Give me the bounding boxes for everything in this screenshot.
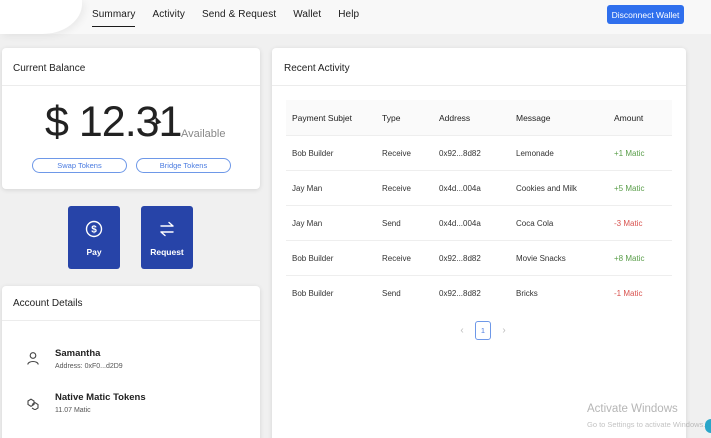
divider xyxy=(272,85,686,86)
row-type: Receive xyxy=(382,148,411,158)
account-card-title: Account Details xyxy=(13,298,83,309)
row-message: Coca Cola xyxy=(516,218,554,228)
row-type: Receive xyxy=(382,253,411,263)
column-header-message[interactable]: Message xyxy=(516,113,614,123)
current-balance-card: Current Balance $ 12.31 Available Swap T… xyxy=(2,48,260,189)
nav-activity[interactable]: Activity xyxy=(152,9,184,27)
row-subject: Jay Man xyxy=(292,183,323,193)
table-row[interactable]: Bob Builder Receive 0x92...8d82 Lemonade… xyxy=(286,135,672,170)
main-nav: Summary Activity Send & Request Wallet H… xyxy=(92,9,376,27)
row-subject: Bob Builder xyxy=(292,148,334,158)
pay-label: Pay xyxy=(86,247,102,257)
recent-activity-card: Recent Activity Payment Subjet Type Addr… xyxy=(272,48,686,438)
row-address: 0x4d...004a xyxy=(439,218,481,228)
swap-tokens-button[interactable]: Swap Tokens xyxy=(32,158,127,173)
request-button[interactable]: Request xyxy=(141,206,193,269)
row-amount: +8 Matic xyxy=(614,253,645,263)
nav-send-request[interactable]: Send & Request xyxy=(202,9,276,27)
row-amount: -3 Matic xyxy=(614,218,643,228)
activate-windows-subtitle: Go to Settings to activate Windows. xyxy=(587,420,706,429)
table-row[interactable]: Bob Builder Send 0x92...8d82 Bricks -1 M… xyxy=(286,275,672,310)
row-amount: -1 Matic xyxy=(614,288,643,298)
page-number-button[interactable]: 1 xyxy=(475,321,491,340)
edge-widget-icon[interactable] xyxy=(705,419,711,433)
row-type: Send xyxy=(382,288,401,298)
row-address: 0x92...8d82 xyxy=(439,253,481,263)
balance-card-title: Current Balance xyxy=(13,63,86,74)
row-type: Receive xyxy=(382,183,411,193)
balance-available-label: Available xyxy=(181,128,226,140)
pay-button[interactable]: $ Pay xyxy=(68,206,120,269)
table-row[interactable]: Jay Man Receive 0x4d...004a Cookies and … xyxy=(286,170,672,205)
pagination: ‹ 1 › xyxy=(455,321,511,340)
account-name: Samantha xyxy=(55,348,101,359)
account-address: Address: 0xF0...d2D9 xyxy=(55,363,123,370)
account-details-card: Account Details Samantha Address: 0xF0..… xyxy=(2,286,260,438)
dollar-circle-icon: $ xyxy=(85,220,103,238)
row-message: Bricks xyxy=(516,288,538,298)
row-message: Cookies and Milk xyxy=(516,183,577,193)
table-row[interactable]: Jay Man Send 0x4d...004a Coca Cola -3 Ma… xyxy=(286,205,672,240)
divider xyxy=(2,320,260,321)
activate-windows-watermark: Activate Windows xyxy=(587,403,678,415)
row-message: Movie Snacks xyxy=(516,253,566,263)
row-amount: +1 Matic xyxy=(614,148,645,158)
disconnect-wallet-button[interactable]: Disconnect Wallet xyxy=(607,5,684,24)
row-subject: Bob Builder xyxy=(292,253,334,263)
request-label: Request xyxy=(150,247,184,257)
user-icon xyxy=(27,352,39,365)
prev-page-icon[interactable]: ‹ xyxy=(455,325,469,336)
native-token-amount: 11.07 Matic xyxy=(55,407,91,414)
nav-wallet[interactable]: Wallet xyxy=(293,9,321,27)
activity-table: Payment Subjet Type Address Message Amou… xyxy=(286,100,672,310)
top-bar: Summary Activity Send & Request Wallet H… xyxy=(0,0,711,34)
table-row[interactable]: Bob Builder Receive 0x92...8d82 Movie Sn… xyxy=(286,240,672,275)
row-address: 0x92...8d82 xyxy=(439,148,481,158)
activity-card-title: Recent Activity xyxy=(284,63,350,74)
native-token-title: Native Matic Tokens xyxy=(55,392,146,403)
column-header-amount[interactable]: Amount xyxy=(614,113,672,123)
bridge-tokens-button[interactable]: Bridge Tokens xyxy=(136,158,231,173)
column-header-subject[interactable]: Payment Subjet xyxy=(286,113,382,123)
column-header-address[interactable]: Address xyxy=(439,113,516,123)
row-type: Send xyxy=(382,218,401,228)
row-subject: Jay Man xyxy=(292,218,323,228)
swap-arrows-icon xyxy=(160,221,174,237)
table-header: Payment Subjet Type Address Message Amou… xyxy=(286,100,672,135)
row-subject: Bob Builder xyxy=(292,288,334,298)
row-address: 0x92...8d82 xyxy=(439,288,481,298)
row-message: Lemonade xyxy=(516,148,554,158)
divider xyxy=(2,85,260,86)
nav-summary[interactable]: Summary xyxy=(92,9,136,27)
nav-help[interactable]: Help xyxy=(338,9,359,27)
row-address: 0x4d...004a xyxy=(439,183,481,193)
row-amount: +5 Matic xyxy=(614,183,645,193)
column-header-type[interactable]: Type xyxy=(382,113,439,123)
next-page-icon[interactable]: › xyxy=(497,325,511,336)
matic-icon xyxy=(27,398,39,410)
logo-area xyxy=(0,0,82,34)
svg-text:$: $ xyxy=(91,225,97,236)
